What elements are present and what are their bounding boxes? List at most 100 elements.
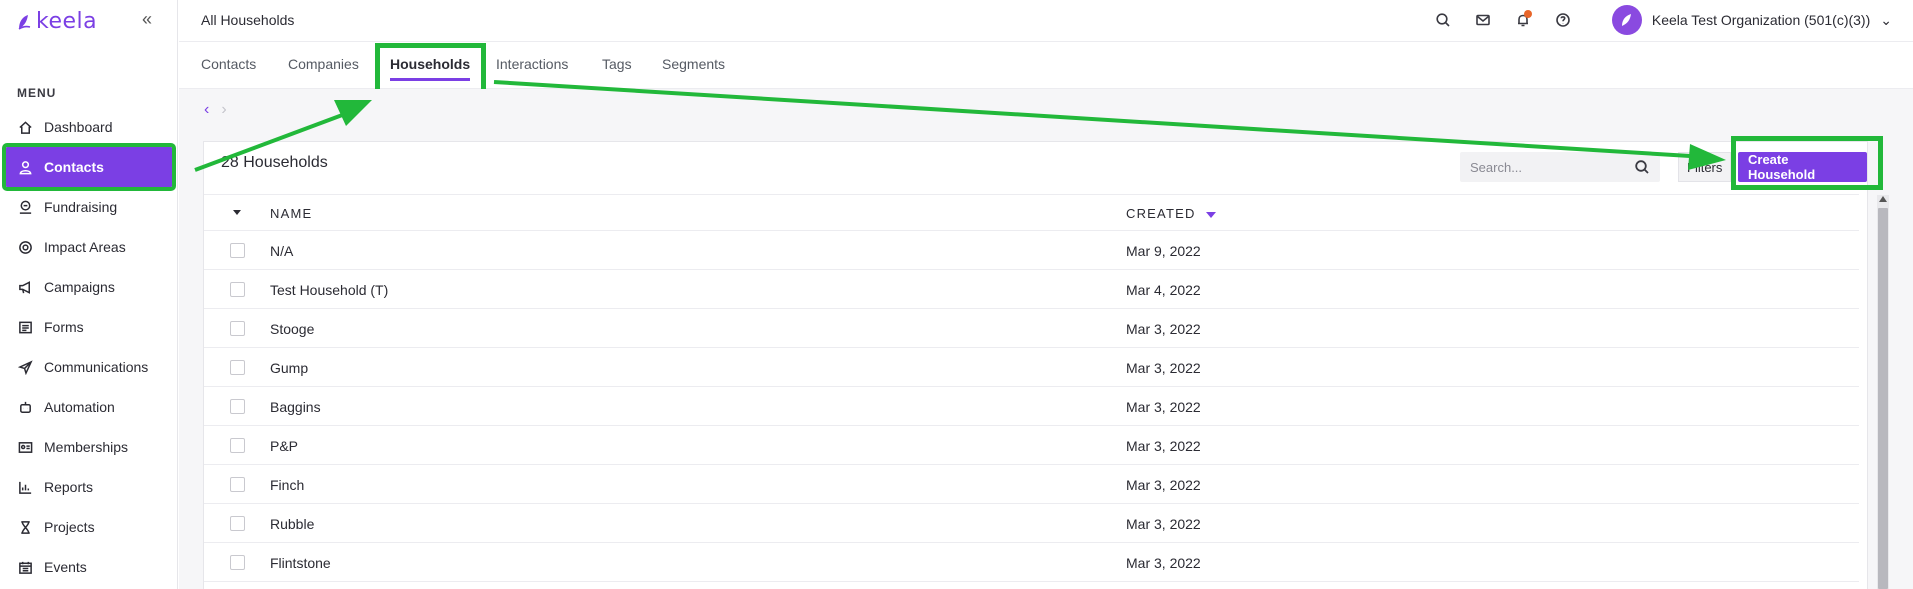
scroll-up-arrow-icon[interactable]: [1879, 196, 1887, 202]
household-name[interactable]: Test Household (T): [270, 282, 388, 298]
chevron-left-icon[interactable]: ‹: [204, 101, 209, 119]
column-header-created[interactable]: CREATED: [1126, 206, 1216, 221]
sidebar-item-label: Events: [44, 559, 87, 575]
sort-desc-icon: [1205, 211, 1216, 218]
main-content: ‹ › 28 Households Filters Create Househo…: [179, 89, 1913, 589]
sidebar-item-label: Communications: [44, 359, 149, 375]
scrollbar-thumb[interactable]: [1878, 208, 1888, 589]
keela-logo[interactable]: keela: [16, 9, 97, 34]
household-name[interactable]: P&P: [270, 438, 298, 454]
sidebar-item-contacts[interactable]: Contacts: [2, 143, 176, 191]
table-row[interactable]: Stooge Mar 3, 2022: [204, 309, 1859, 348]
created-date: Mar 3, 2022: [1126, 360, 1201, 376]
sidebar-item-impact-areas[interactable]: Impact Areas: [0, 227, 178, 267]
home-icon: [17, 119, 33, 135]
sidebar-item-fundraising[interactable]: Fundraising: [0, 187, 178, 227]
created-date: Mar 3, 2022: [1126, 516, 1201, 532]
keela-leaf-icon: [18, 14, 31, 30]
donation-icon: [17, 199, 33, 215]
household-name[interactable]: Rubble: [270, 516, 314, 532]
row-checkbox[interactable]: [230, 321, 245, 336]
sidebar-item-label: Reports: [44, 479, 94, 495]
table-header: NAME CREATED: [204, 194, 1859, 231]
top-icons: [1433, 10, 1573, 30]
chevron-right-icon[interactable]: ›: [221, 101, 226, 119]
row-checkbox[interactable]: [230, 438, 245, 453]
row-checkbox[interactable]: [230, 243, 245, 258]
sidebar-item-label: Dashboard: [44, 119, 113, 135]
filters-button[interactable]: Filters: [1678, 152, 1732, 182]
page-title: All Households: [201, 12, 295, 28]
household-name[interactable]: Stooge: [270, 321, 314, 337]
table-row[interactable]: P&P Mar 3, 2022: [204, 426, 1859, 465]
keela-leaf-icon: [1621, 14, 1631, 26]
household-name[interactable]: Baggins: [270, 399, 321, 415]
row-checkbox[interactable]: [230, 399, 245, 414]
sidebar: keela « MENU Dashboard Contacts Fundrais…: [0, 0, 178, 589]
help-icon[interactable]: [1553, 10, 1573, 30]
table-row[interactable]: Finch Mar 3, 2022: [204, 465, 1859, 504]
tab-companies[interactable]: Companies: [288, 56, 359, 72]
collapse-sidebar-icon[interactable]: «: [142, 9, 152, 30]
sidebar-item-events[interactable]: Events: [0, 547, 178, 587]
target-icon: [17, 239, 33, 255]
table-row[interactable]: Baggins Mar 3, 2022: [204, 387, 1859, 426]
sidebar-item-dashboard[interactable]: Dashboard: [0, 107, 178, 147]
sidebar-item-communications[interactable]: Communications: [0, 347, 178, 387]
chevron-down-icon: ⌄: [1880, 11, 1892, 28]
tab-interactions[interactable]: Interactions: [496, 56, 568, 72]
brand-name: keela: [36, 9, 98, 34]
sidebar-item-label: Campaigns: [44, 279, 115, 295]
person-icon: [17, 159, 33, 175]
table-row[interactable]: Test Household (T) Mar 4, 2022: [204, 270, 1859, 309]
created-date: Mar 3, 2022: [1126, 438, 1201, 454]
search-input[interactable]: [1460, 159, 1620, 175]
table-row[interactable]: Rubble Mar 3, 2022: [204, 504, 1859, 543]
bar-chart-icon: [17, 479, 33, 495]
row-checkbox[interactable]: [230, 555, 245, 570]
record-pager: ‹ ›: [204, 101, 227, 119]
hourglass-icon: [17, 519, 33, 535]
sidebar-item-label: Memberships: [44, 439, 129, 455]
search-icon[interactable]: [1634, 159, 1650, 175]
menu-label: MENU: [17, 86, 57, 100]
search-icon[interactable]: [1433, 10, 1453, 30]
column-header-name[interactable]: NAME: [270, 206, 312, 221]
created-date: Mar 3, 2022: [1126, 399, 1201, 415]
megaphone-icon: [17, 279, 33, 295]
sidebar-item-memberships[interactable]: Memberships: [0, 427, 178, 467]
sidebar-item-automation[interactable]: Automation: [0, 387, 178, 427]
row-checkbox[interactable]: [230, 282, 245, 297]
household-name[interactable]: Flintstone: [270, 555, 331, 571]
created-date: Mar 4, 2022: [1126, 282, 1201, 298]
table-row[interactable]: Flintstone Mar 3, 2022: [204, 543, 1859, 582]
mail-icon[interactable]: [1473, 10, 1493, 30]
households-panel: 28 Households Filters Create Household N…: [203, 141, 1868, 589]
search-box: [1460, 152, 1660, 182]
sidebar-item-forms[interactable]: Forms: [0, 307, 178, 347]
panel-header: 28 Households Filters Create Household: [204, 142, 1867, 182]
form-icon: [17, 319, 33, 335]
annotation-box-create-household: [1731, 136, 1883, 190]
tab-tags[interactable]: Tags: [602, 56, 632, 72]
select-all-caret-icon[interactable]: [233, 210, 241, 215]
bell-icon[interactable]: [1513, 10, 1533, 30]
tab-segments[interactable]: Segments: [662, 56, 725, 72]
sidebar-item-projects[interactable]: Projects: [0, 507, 178, 547]
notification-dot: [1524, 10, 1532, 18]
household-name[interactable]: N/A: [270, 243, 293, 259]
sidebar-item-reports[interactable]: Reports: [0, 467, 178, 507]
household-name[interactable]: Gump: [270, 360, 308, 376]
row-checkbox[interactable]: [230, 360, 245, 375]
table-row[interactable]: Gump Mar 3, 2022: [204, 348, 1859, 387]
row-checkbox[interactable]: [230, 516, 245, 531]
org-avatar: [1611, 5, 1642, 35]
org-switcher[interactable]: Keela Test Organization (501(c)(3)) ⌄: [1611, 5, 1892, 35]
row-checkbox[interactable]: [230, 477, 245, 492]
household-name[interactable]: Finch: [270, 477, 304, 493]
sidebar-item-label: Contacts: [44, 159, 104, 175]
households-table: NAME CREATED N/A Mar 9, 2022 Test Househo…: [204, 194, 1859, 582]
table-row[interactable]: N/A Mar 9, 2022: [204, 231, 1859, 270]
tab-contacts[interactable]: Contacts: [201, 56, 256, 72]
sidebar-item-campaigns[interactable]: Campaigns: [0, 267, 178, 307]
